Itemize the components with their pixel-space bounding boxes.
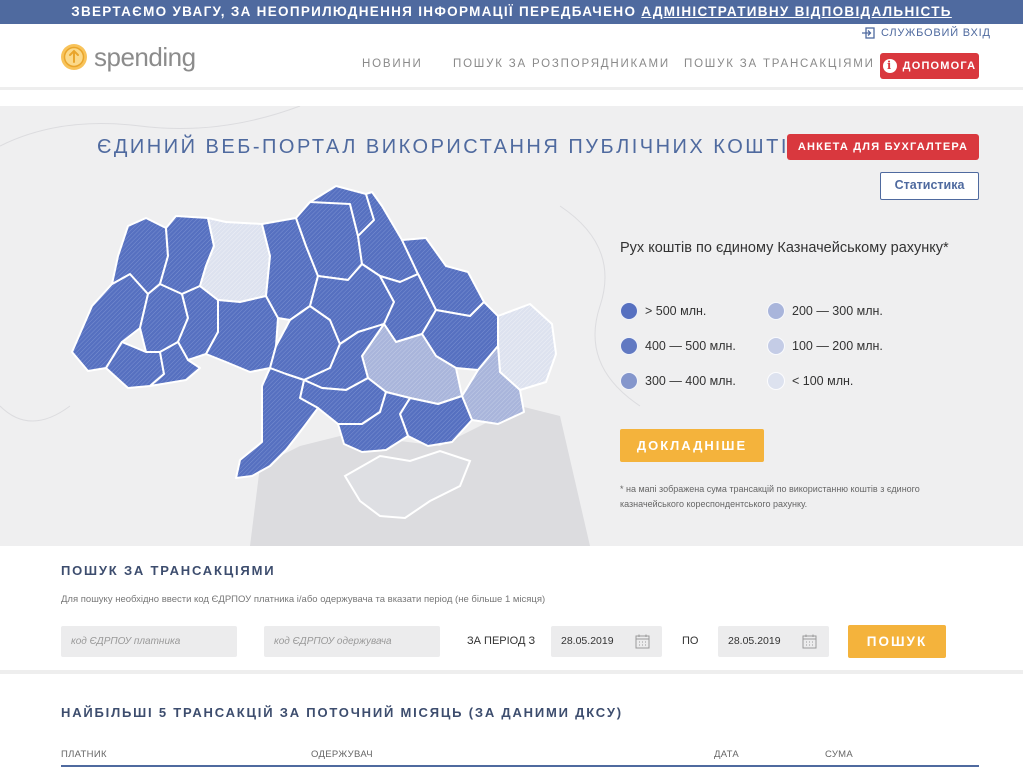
statistics-button[interactable]: Статистика — [880, 172, 979, 200]
legend-dot — [767, 372, 785, 390]
legend-dot — [767, 337, 785, 355]
legend-label: > 500 млн. — [645, 304, 707, 318]
column-header-date: ДАТА — [714, 749, 740, 760]
legend-item: < 100 млн. — [767, 372, 853, 390]
payer-code-input[interactable]: код ЄДРПОУ платника — [61, 626, 237, 657]
date-to-input[interactable]: 28.05.2019 — [718, 626, 829, 657]
liability-link[interactable]: АДМІНІСТРАТИВНУ ВІДПОВІДАЛЬНІСТЬ — [641, 4, 952, 19]
period-to-label: ПО — [682, 635, 699, 647]
receiver-code-input[interactable]: код ЄДРПОУ одержувача — [264, 626, 440, 657]
legend-label: 200 — 300 млн. — [792, 304, 883, 318]
site-logo[interactable]: spending — [60, 42, 196, 72]
legend-dot — [620, 337, 638, 355]
search-button[interactable]: ПОШУК — [848, 625, 946, 658]
warning-banner: ЗВЕРТАЄМО УВАГУ, ЗА НЕОПРИЛЮДНЕННЯ ІНФОР… — [0, 0, 1023, 24]
search-hint: Для пошуку необхідно ввести код ЄДРПОУ п… — [61, 594, 546, 605]
site-header: spending СЛУЖБОВИЙ ВХІД НОВИНИ ПОШУК ЗА … — [0, 24, 1023, 90]
login-icon — [862, 27, 875, 39]
column-header-amount: СУМА — [825, 749, 854, 760]
transaction-search-section: ПОШУК ЗА ТРАНСАКЦІЯМИ Для пошуку необхід… — [0, 546, 1023, 674]
legend-dot — [620, 372, 638, 390]
date-from-input[interactable]: 28.05.2019 — [551, 626, 662, 657]
legend-label: < 100 млн. — [792, 374, 854, 388]
legend-item: 100 — 200 млн. — [767, 337, 883, 355]
flow-title: Рух коштів по єдиному Казначейському рах… — [620, 240, 949, 256]
search-title: ПОШУК ЗА ТРАНСАКЦІЯМИ — [61, 563, 276, 578]
legend-label: 100 — 200 млн. — [792, 339, 883, 353]
nav-search-managers[interactable]: ПОШУК ЗА РОЗПОРЯДНИКАМИ — [453, 58, 670, 70]
info-icon: i — [882, 59, 897, 73]
service-login-label: СЛУЖБОВИЙ ВХІД — [881, 27, 991, 39]
column-header-receiver: ОДЕРЖУВАЧ — [311, 749, 373, 760]
map-footnote: * на мапі зображена сума трансакцій по в… — [620, 484, 920, 509]
top-transactions-section: НАЙБІЛЬШІ 5 ТРАНСАКЦІЙ ЗА ПОТОЧНИЙ МІСЯЦ… — [0, 678, 1023, 768]
nav-news[interactable]: НОВИНИ — [362, 58, 423, 70]
calendar-icon[interactable] — [635, 634, 650, 649]
hero-title: ЄДИНИЙ ВЕБ-ПОРТАЛ ВИКОРИСТАННЯ ПУБЛІЧНИХ… — [97, 136, 805, 158]
legend-item: 300 — 400 млн. — [620, 372, 736, 390]
more-details-button[interactable]: ДОКЛАДНІШЕ — [620, 429, 764, 462]
legend-label: 400 — 500 млн. — [645, 339, 736, 353]
legend-item: > 500 млн. — [620, 302, 706, 320]
accountant-form-button[interactable]: АНКЕТА ДЛЯ БУХГАЛТЕРА — [787, 134, 979, 160]
column-header-payer: ПЛАТНИК — [61, 749, 107, 760]
top5-title: НАЙБІЛЬШІ 5 ТРАНСАКЦІЙ ЗА ПОТОЧНИЙ МІСЯЦ… — [61, 705, 623, 720]
help-label: ДОПОМОГА — [902, 60, 977, 72]
date-from-value: 28.05.2019 — [561, 635, 614, 647]
service-login-link[interactable]: СЛУЖБОВИЙ ВХІД — [862, 27, 991, 39]
legend-item: 400 — 500 млн. — [620, 337, 736, 355]
hero-section: ЄДИНИЙ ВЕБ-ПОРТАЛ ВИКОРИСТАННЯ ПУБЛІЧНИХ… — [0, 106, 1023, 546]
legend-dot — [767, 302, 785, 320]
calendar-icon[interactable] — [802, 634, 817, 649]
coin-logo-icon — [61, 44, 87, 70]
nav-search-transactions[interactable]: ПОШУК ЗА ТРАНСАКЦІЯМИ — [684, 58, 875, 70]
ukraine-map — [0, 106, 641, 546]
date-to-value: 28.05.2019 — [728, 635, 781, 647]
logo-text: spending — [94, 41, 196, 72]
legend-label: 300 — 400 млн. — [645, 374, 736, 388]
period-from-label: ЗА ПЕРІОД З — [467, 635, 536, 647]
legend-item: 200 — 300 млн. — [767, 302, 883, 320]
table-header-divider — [61, 765, 979, 767]
legend-dot — [620, 302, 638, 320]
help-button[interactable]: i ДОПОМОГА — [880, 53, 979, 79]
warning-text: ЗВЕРТАЄМО УВАГУ, ЗА НЕОПРИЛЮДНЕННЯ ІНФОР… — [71, 4, 642, 19]
